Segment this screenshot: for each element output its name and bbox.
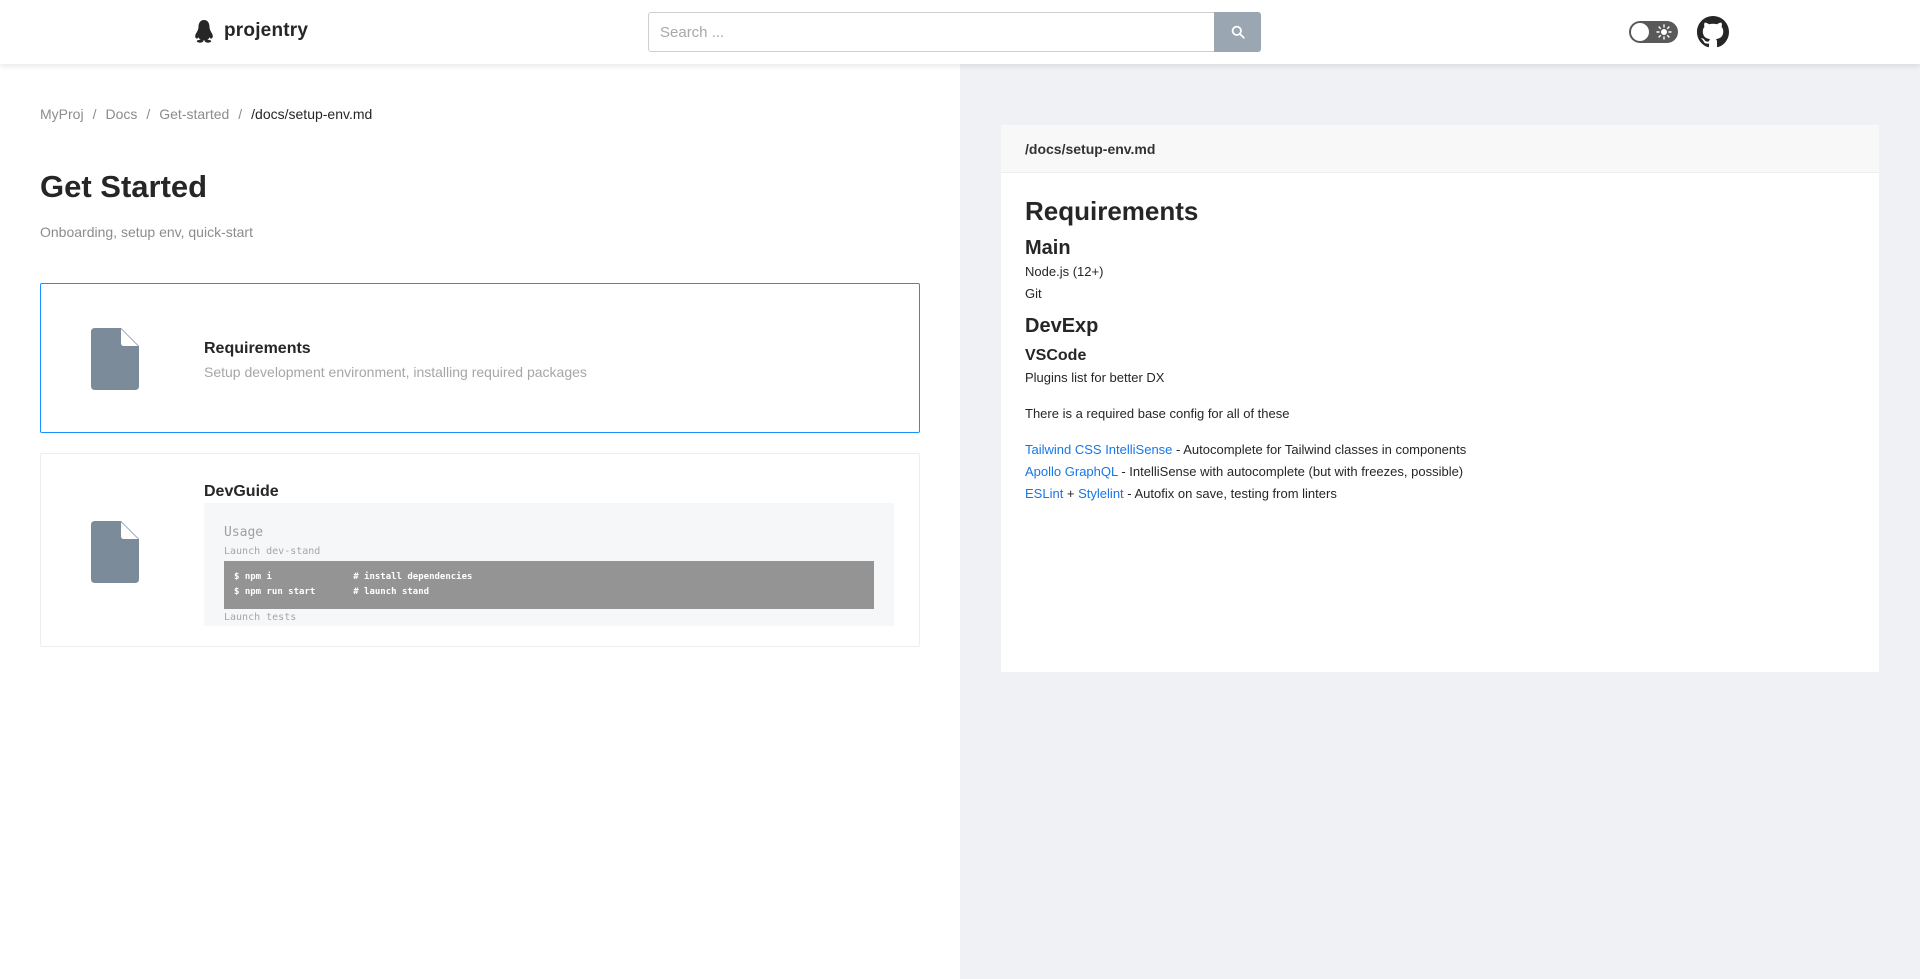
doc-plugin-line: ESLint + Stylelint - Autofix on save, te… [1025,483,1855,505]
search-icon [1231,25,1245,39]
preview-text: Launch tests [224,612,297,623]
logo[interactable]: projentry [194,19,308,43]
breadcrumb-current: /docs/setup-env.md [251,106,373,122]
breadcrumb-item[interactable]: Docs [105,106,137,122]
card-preview: Usage Launch dev-stand $ npm i # install… [204,503,894,626]
theme-toggle[interactable] [1629,21,1678,43]
doc-list-item: Node.js (12+) [1025,264,1104,279]
breadcrumb-item[interactable]: MyProj [40,106,84,122]
doc-heading-1: Requirements [1025,196,1199,226]
doc-heading-main: Main [1025,237,1071,259]
sun-icon [1656,24,1672,40]
doc-heading-vscode: VSCode [1025,347,1087,364]
github-icon[interactable] [1697,16,1729,48]
search-button[interactable] [1214,12,1261,52]
doc-paragraph: Plugins list for better DX [1025,370,1165,385]
doc-plugin-desc: - Autofix on save, testing from linters [1123,486,1337,501]
doc-plugin-desc: - IntelliSense with autocomplete (but wi… [1117,464,1464,479]
doc-list-item: Git [1025,286,1042,301]
breadcrumb-separator: / [92,106,97,122]
page-subtitle: Onboarding, setup env, quick-start [40,224,253,240]
breadcrumb: MyProj / Docs / Get-started / /docs/setu… [40,106,372,122]
toggle-knob [1631,23,1649,41]
search-input[interactable] [648,12,1214,52]
card-description: Setup development environment, installin… [204,364,587,380]
card-title: Requirements [204,340,311,357]
penguin-logo-icon [195,20,213,43]
doc-plugin-desc: - Autocomplete for Tailwind classes in c… [1172,442,1467,457]
file-icon [91,328,139,390]
doc-card-requirements[interactable]: Requirements Setup development environme… [40,283,920,433]
card-title: DevGuide [204,483,279,500]
breadcrumb-separator: / [238,106,243,122]
doc-plugin-line: Tailwind CSS IntelliSense - Autocomplete… [1025,439,1855,461]
doc-card-devguide[interactable]: DevGuide Usage Launch dev-stand $ npm i … [40,453,920,647]
doc-body: Requirements Main Node.js (12+) Git DevE… [1001,173,1879,505]
doc-heading-devexp: DevExp [1025,315,1099,337]
preview-heading: Usage [224,525,264,540]
preview-code-block: $ npm i # install dependencies $ npm run… [224,561,874,609]
doc-link-tailwind[interactable]: Tailwind CSS IntelliSense [1025,442,1172,457]
doc-plugin-line: Apollo GraphQL - IntelliSense with autoc… [1025,461,1855,483]
file-icon [91,521,139,583]
preview-text: Launch dev-stand [224,546,321,557]
search-bar [648,12,1261,52]
doc-preview-panel: /docs/setup-env.md Requirements Main Nod… [1001,125,1879,672]
top-header: projentry [0,0,1920,64]
doc-path: /docs/setup-env.md [1001,125,1879,173]
breadcrumb-separator: / [146,106,151,122]
doc-link-apollo[interactable]: Apollo GraphQL [1025,464,1118,479]
doc-link-stylelint[interactable]: Stylelint [1078,486,1124,501]
page-title: Get Started [40,169,208,204]
doc-paragraph: There is a required base config for all … [1025,406,1290,421]
logo-text: projentry [224,20,309,41]
doc-plugin-join: + [1063,486,1079,501]
doc-link-eslint[interactable]: ESLint [1025,486,1063,501]
breadcrumb-item[interactable]: Get-started [159,106,229,122]
